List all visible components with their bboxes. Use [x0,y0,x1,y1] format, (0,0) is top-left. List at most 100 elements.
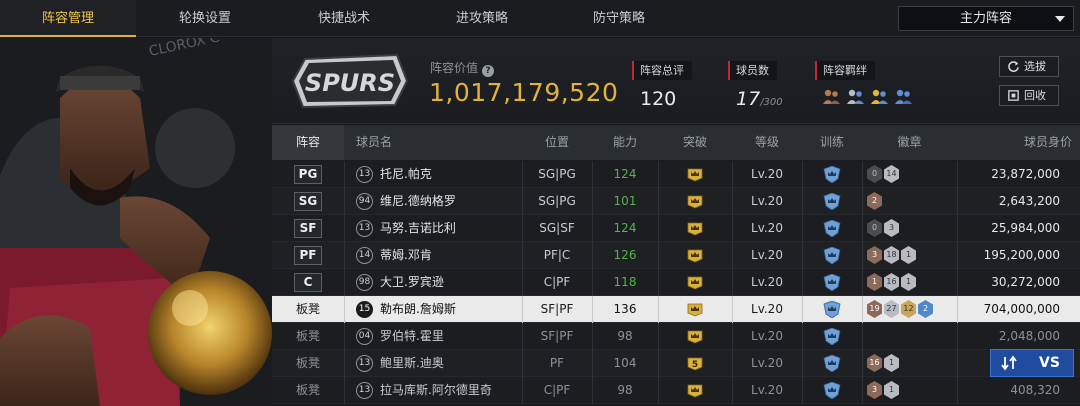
badge-icon: 2 [867,192,882,210]
breakthrough-crown-icon[interactable] [686,167,704,182]
badge-icon: 18 [884,246,899,264]
jersey-number: 98 [356,274,373,291]
recycle-label: 回收 [1024,89,1046,102]
compare-vs-button[interactable]: VS [990,349,1074,377]
player-name[interactable]: 鲍里斯.迪奥 [380,350,520,377]
badge-set[interactable]: 0 14 [867,165,899,183]
tab-lineup-management[interactable]: 阵容管理 [0,0,136,37]
badge-icon: 1 [884,354,899,372]
table-row[interactable]: C 98 大卫.罗宾逊 C|PF 118 Lv.20 1 16 1 30,272,000 [272,269,1080,296]
row-slot: 板凳 [295,383,320,397]
breakthrough-crown-icon[interactable] [686,329,704,344]
lineup-select[interactable]: 主力阵容 [898,6,1074,31]
breakthrough-crown-icon[interactable] [686,302,704,317]
tab-defense-strategy[interactable]: 防守策略 [550,0,688,37]
breakthrough-crown-icon[interactable]: 5 [686,356,704,371]
bond-bronze-icon[interactable] [821,87,841,107]
breakthrough-crown-icon[interactable] [686,221,704,236]
player-name[interactable]: 勒布朗.詹姆斯 [380,296,520,323]
badge-icon: 0 [867,165,882,183]
training-icon[interactable] [823,381,841,400]
column-separator [344,215,345,242]
badge-set[interactable]: 3 18 1 [867,246,916,264]
bond-silver-icon[interactable] [845,87,865,107]
player-count-max: /300 [760,97,783,108]
training-icon[interactable] [823,246,841,265]
vs-label: VS [1039,355,1060,371]
overall-stat: 阵容总评 120 [632,59,692,110]
breakthrough-crown-icon[interactable] [686,383,704,398]
training-icon[interactable] [823,327,841,346]
player-name[interactable]: 大卫.罗宾逊 [380,269,520,296]
column-separator [658,323,659,350]
refresh-icon [1008,61,1019,72]
header-badges: 徽章 [897,135,922,149]
badge-set[interactable]: 03 [867,219,899,237]
training-icon[interactable] [823,354,841,373]
badge-set[interactable]: 1 16 1 [867,273,916,291]
column-separator [802,350,803,377]
training-icon[interactable] [823,192,841,211]
tab-quick-tactics[interactable]: 快捷战术 [274,0,414,37]
column-separator [658,350,659,377]
player-name[interactable]: 托尼.帕克 [380,161,520,188]
table-header: 阵容 球员名 位置 能力 突破 等级 训练 徽章 球员身价 [272,125,1080,160]
player-level: Lv.20 [751,221,783,235]
table-row[interactable]: SF 13 马努.吉诺比利 SG|SF 124 Lv.20 0 3 25,984,000 [272,215,1080,242]
training-icon[interactable] [823,165,841,184]
player-level: Lv.20 [751,356,783,370]
column-separator [862,296,863,323]
player-ability: 126 [613,248,637,262]
header-lineup: 阵容 [272,125,344,160]
table-row[interactable]: PG 13 托尼.帕克 SG|PG 124 Lv.20 0 14 23,872,000 [272,161,1080,188]
row-slot-cell: PG [272,161,344,188]
training-icon[interactable] [823,300,841,319]
recycle-button[interactable]: 回收 [999,85,1059,106]
table-row[interactable]: 板凳 04 罗伯特.霍里 SF|PF 98 Lv.20 2,048,000 [272,323,1080,350]
badge-set[interactable]: 31 [867,381,899,399]
table-row[interactable]: SG 94 维尼.德纳格罗 SG|PG 101 Lv.20 2 2,643,200 [272,188,1080,215]
select-player-button[interactable]: 选拔 [999,56,1059,77]
column-separator [344,242,345,269]
header-position: 位置 [544,135,569,149]
overall-value: 120 [640,88,677,110]
bond-gold-icon[interactable] [869,87,889,107]
row-slot: 板凳 [295,356,320,370]
table-row[interactable]: 板凳 13 拉马库斯.阿尔德里奇 C|PF 98 Lv.20 3 1 408,320 [272,377,1080,404]
player-name[interactable]: 维尼.德纳格罗 [380,188,520,215]
player-name[interactable]: 马努.吉诺比利 [380,215,520,242]
lineup-value: 1,017,179,520 [429,78,619,107]
badge-icon: 1 [901,246,916,264]
jersey-number: 13 [356,382,373,399]
table-row[interactable]: PF 14 蒂姆.邓肯 PF|C 126 Lv.20 3 18 1 195,200,000 [272,242,1080,269]
player-ability: 118 [613,275,637,289]
badge-set[interactable]: 2 [867,192,882,210]
training-icon[interactable] [823,219,841,238]
recycle-icon [1008,90,1019,101]
player-position: PF [549,356,565,370]
player-name[interactable]: 蒂姆.邓肯 [380,242,520,269]
breakthrough-crown-icon[interactable] [686,194,704,209]
table-row[interactable]: 板凳13鲍里斯.迪奥PF1045Lv.201612 [272,350,1080,377]
table-row[interactable]: 板凳 15 勒布朗.詹姆斯 SF|PF 136 Lv.20 19 27 12 2 704,000,0… [272,296,1080,323]
tab-offense-strategy[interactable]: 进攻策略 [414,0,550,37]
lineup-value-label-text: 阵容价值 [430,61,479,75]
player-level: Lv.20 [751,302,783,316]
jersey-number: 04 [356,328,373,345]
badge-set[interactable]: 19 27 12 2 [867,300,933,318]
training-icon[interactable] [823,273,841,292]
badge-icon: 1 [867,273,882,291]
column-separator [862,161,863,188]
player-count-stat: 球员数 17/300 [728,59,783,110]
player-name[interactable]: 罗伯特.霍里 [380,323,520,350]
help-icon[interactable]: ? [482,65,495,77]
top-nav: 阵容管理 轮换设置 快捷战术 进攻策略 防守策略 主力阵容 [0,0,1080,37]
player-position: C|PF [543,275,571,289]
breakthrough-crown-icon[interactable] [686,248,704,263]
tab-rotation-settings[interactable]: 轮换设置 [136,0,274,37]
badge-set[interactable]: 16 1 [867,354,899,372]
player-level: Lv.20 [751,329,783,343]
breakthrough-crown-icon[interactable] [686,275,704,290]
player-name[interactable]: 拉马库斯.阿尔德里奇 [380,377,520,404]
bond-blue-icon[interactable] [893,87,913,107]
